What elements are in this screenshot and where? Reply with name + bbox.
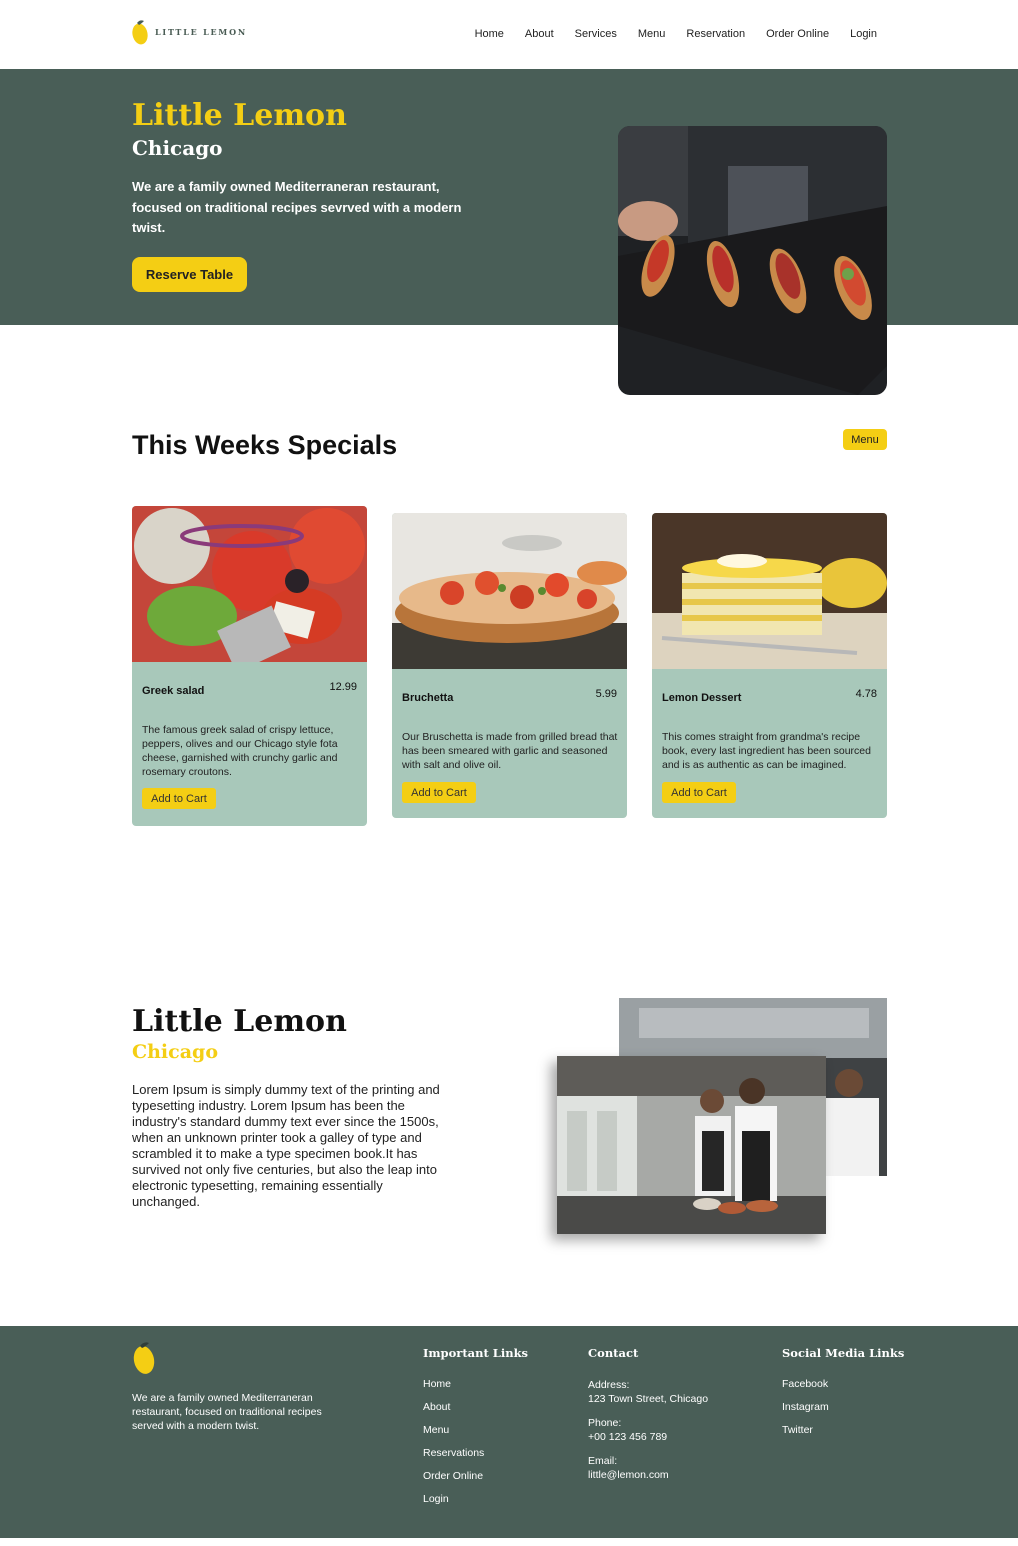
add-to-cart-button[interactable]: Add to Cart bbox=[142, 788, 216, 809]
about-text: Lorem Ipsum is simply dummy text of the … bbox=[132, 1082, 440, 1209]
address-value: 123 Town Street, Chicago bbox=[588, 1393, 709, 1405]
footer-contact-title: Contact bbox=[588, 1346, 639, 1360]
footer-about-text: We are a family owned Mediterraneran res… bbox=[132, 1392, 322, 1432]
hero-subtitle: Chicago bbox=[132, 136, 223, 160]
hero-image bbox=[618, 126, 887, 395]
footer-social-links: Social Media Links Facebook Instagram Tw… bbox=[782, 1346, 904, 1447]
nav-services[interactable]: Services bbox=[575, 28, 617, 40]
special-card-bruchetta: Bruchetta 5.99 Our Bruschetta is made fr… bbox=[392, 513, 627, 818]
footer-links-title: Important Links bbox=[423, 1346, 529, 1360]
bruchetta-image bbox=[392, 513, 627, 669]
hero-title: Little Lemon bbox=[132, 98, 347, 133]
nav-home[interactable]: Home bbox=[475, 28, 504, 40]
card-price: 5.99 bbox=[595, 688, 617, 700]
footer-link-about[interactable]: About bbox=[423, 1401, 528, 1413]
footer-email: Email: little@lemon.com bbox=[588, 1454, 708, 1482]
card-description: This comes straight from grandma's recip… bbox=[662, 731, 871, 771]
email-label: Email: bbox=[588, 1455, 618, 1467]
nav-links: Home About Services Menu Reservation Ord… bbox=[475, 28, 877, 40]
address-label: Address: bbox=[588, 1379, 630, 1391]
footer-link-order-online[interactable]: Order Online bbox=[423, 1470, 528, 1482]
top-navbar: LITTLE LEMON Home About Services Menu Re… bbox=[0, 0, 1018, 69]
footer: We are a family owned Mediterraneran res… bbox=[0, 1326, 1018, 1538]
card-name: Greek salad bbox=[142, 685, 205, 697]
footer-link-menu[interactable]: Menu bbox=[423, 1424, 528, 1436]
footer-phone: Phone: +00 123 456 789 bbox=[588, 1416, 708, 1444]
kitchen-image-front bbox=[557, 1056, 826, 1234]
card-name: Bruchetta bbox=[402, 692, 454, 704]
footer-link-home[interactable]: Home bbox=[423, 1378, 528, 1390]
add-to-cart-button[interactable]: Add to Cart bbox=[402, 782, 476, 803]
footer-social-facebook[interactable]: Facebook bbox=[782, 1378, 904, 1390]
menu-button[interactable]: Menu bbox=[843, 429, 887, 450]
add-to-cart-button[interactable]: Add to Cart bbox=[662, 782, 736, 803]
specials-title: This Weeks Specials bbox=[132, 430, 398, 460]
phone-value: +00 123 456 789 bbox=[588, 1431, 668, 1443]
footer-social-twitter[interactable]: Twitter bbox=[782, 1424, 904, 1436]
about-title: Little Lemon bbox=[132, 1004, 347, 1039]
nav-order-online[interactable]: Order Online bbox=[766, 28, 829, 40]
footer-link-reservations[interactable]: Reservations bbox=[423, 1447, 528, 1459]
phone-label: Phone: bbox=[588, 1417, 622, 1429]
hero-description: We are a family owned Mediterraneran res… bbox=[132, 179, 462, 235]
footer-social-title: Social Media Links bbox=[782, 1346, 905, 1360]
footer-link-login[interactable]: Login bbox=[423, 1493, 528, 1505]
lemon-icon bbox=[133, 1342, 155, 1374]
special-card-greek-salad: Greek salad 12.99 The famous greek salad… bbox=[132, 506, 367, 826]
nav-about[interactable]: About bbox=[525, 28, 554, 40]
lemon-icon bbox=[132, 20, 148, 45]
special-card-lemon-dessert: Lemon Dessert 4.78 This comes straight f… bbox=[652, 513, 887, 818]
nav-login[interactable]: Login bbox=[850, 28, 877, 40]
card-price: 12.99 bbox=[329, 681, 357, 693]
nav-reservation[interactable]: Reservation bbox=[686, 28, 745, 40]
brand-logo[interactable]: LITTLE LEMON bbox=[131, 18, 247, 46]
lemon-dessert-image bbox=[652, 513, 887, 669]
card-description: Our Bruschetta is made from grilled brea… bbox=[402, 731, 618, 771]
brand-name: LITTLE LEMON bbox=[155, 27, 247, 37]
reserve-table-button[interactable]: Reserve Table bbox=[132, 257, 247, 292]
footer-contact: Contact Address: 123 Town Street, Chicag… bbox=[588, 1346, 708, 1492]
footer-social-instagram[interactable]: Instagram bbox=[782, 1401, 904, 1413]
footer-logo[interactable] bbox=[132, 1340, 156, 1381]
card-price: 4.78 bbox=[855, 688, 877, 700]
about-subtitle: Chicago bbox=[132, 1041, 218, 1063]
footer-important-links: Important Links Home About Menu Reservat… bbox=[423, 1346, 528, 1516]
email-value[interactable]: little@lemon.com bbox=[588, 1468, 708, 1482]
greek-salad-image bbox=[132, 506, 367, 673]
nav-menu[interactable]: Menu bbox=[638, 28, 666, 40]
footer-address: Address: 123 Town Street, Chicago bbox=[588, 1378, 708, 1406]
card-name: Lemon Dessert bbox=[662, 692, 742, 704]
card-description: The famous greek salad of crispy lettuce… bbox=[142, 724, 338, 778]
